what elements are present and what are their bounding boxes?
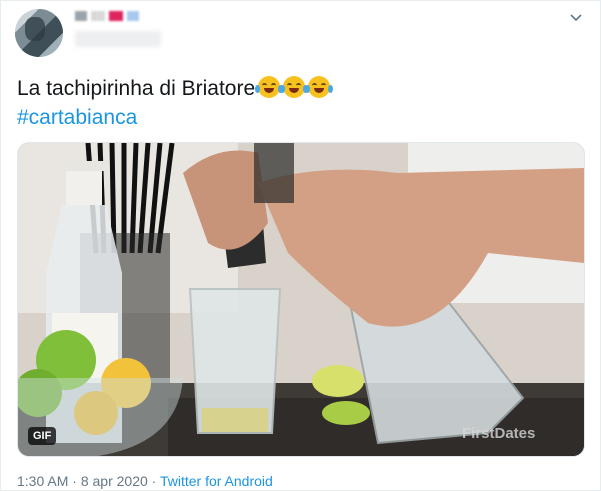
- name-blur-block: [109, 11, 123, 21]
- chevron-down-icon[interactable]: [569, 11, 583, 25]
- avatar[interactable]: [15, 9, 63, 57]
- avatar-figure: [25, 17, 45, 41]
- meta-separator: ·: [68, 473, 81, 489]
- tweet-body: La tachipirinha di Briatore: [17, 77, 256, 100]
- meta-separator: ·: [147, 473, 160, 489]
- tweet-time[interactable]: 1:30 AM: [17, 473, 68, 489]
- tweet-source-link[interactable]: Twitter for Android: [160, 473, 273, 489]
- watermark-text: FirstDates: [462, 425, 535, 442]
- name-blur-block: [91, 11, 105, 21]
- gif-frame-illustration: FirstDates: [18, 143, 584, 456]
- face-with-tears-of-joy-icon: [305, 76, 334, 98]
- gif-media[interactable]: FirstDates GIF: [17, 142, 585, 457]
- tweet-date[interactable]: 8 apr 2020: [81, 473, 148, 489]
- handle-blurred[interactable]: [75, 31, 161, 47]
- face-with-tears-of-joy-icon: [255, 76, 284, 98]
- tweet-text: La tachipirinha di Briatore: [17, 73, 334, 104]
- hashtag-link[interactable]: #cartabianca: [17, 104, 137, 132]
- name-blur-block: [75, 11, 87, 21]
- tweet-card: La tachipirinha di Briatore #cartabianca: [0, 0, 601, 491]
- display-name-blurred[interactable]: [75, 11, 139, 21]
- gif-badge: GIF: [28, 427, 57, 445]
- tweet-metadata: 1:30 AM · 8 apr 2020 · Twitter for Andro…: [17, 473, 273, 489]
- face-with-tears-of-joy-icon: [280, 76, 309, 98]
- name-blur-block: [127, 11, 139, 21]
